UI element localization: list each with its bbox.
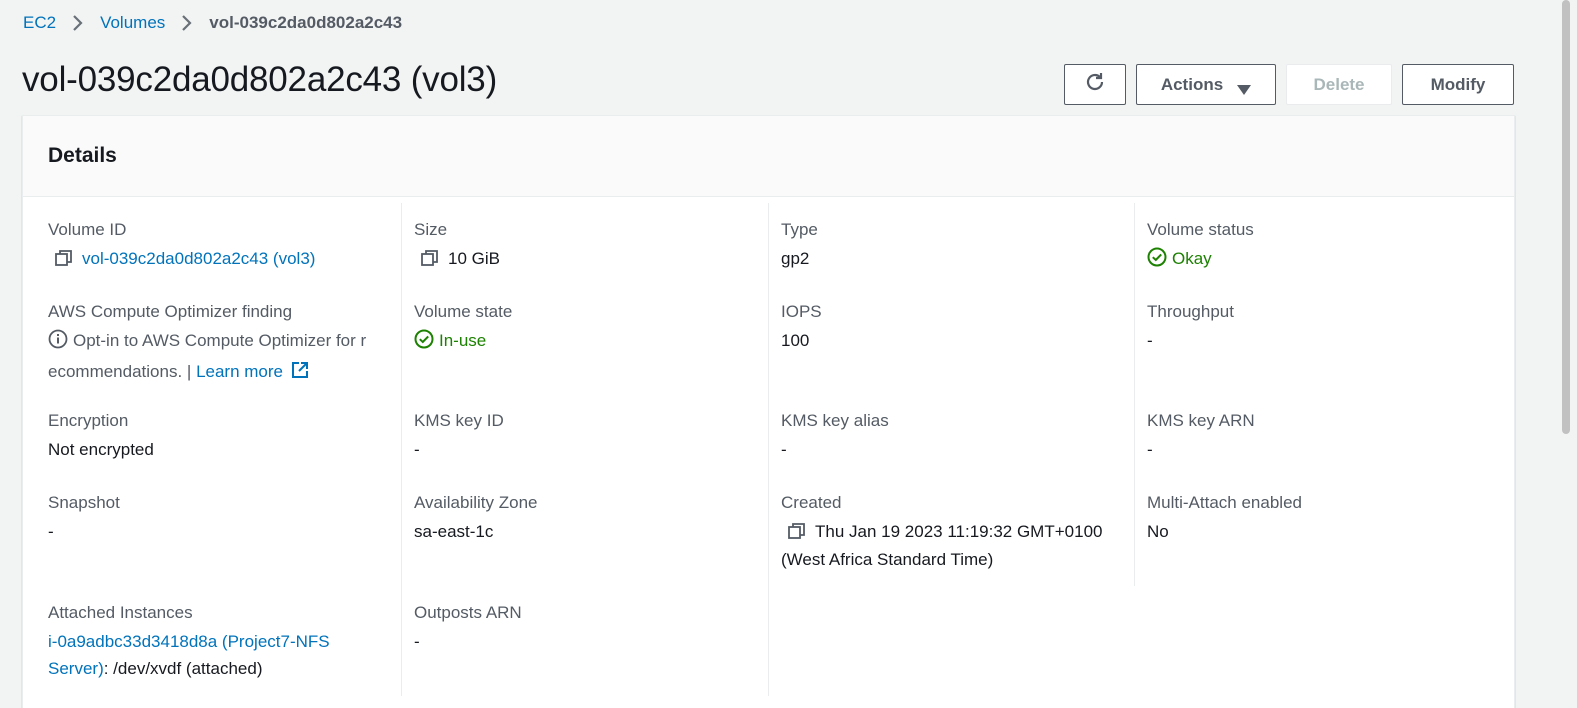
breadcrumb-ec2[interactable]: EC2 <box>23 13 56 33</box>
encryption-value: Not encrypted <box>48 440 154 459</box>
optimizer-text: Opt-in to AWS Compute Optimizer for r <box>73 331 367 350</box>
optimizer-label: AWS Compute Optimizer finding <box>48 302 293 321</box>
throughput-label: Throughput <box>1147 302 1234 321</box>
volume-state-label: Volume state <box>414 302 513 321</box>
copy-icon[interactable] <box>420 248 440 275</box>
availability-zone-value: sa-east-1c <box>414 522 494 541</box>
check-circle-icon <box>1147 247 1167 275</box>
check-circle-icon <box>414 329 434 357</box>
availability-zone-label: Availability Zone <box>414 493 538 512</box>
field-snapshot: Snapshot - <box>48 492 393 545</box>
details-heading: Details <box>48 144 117 167</box>
copy-icon[interactable] <box>787 521 807 548</box>
size-value: 10 GiB <box>448 249 500 268</box>
snapshot-value: - <box>48 522 54 541</box>
field-volume-id: Volume ID vol-039c2da0d802a2c43 (vol3) <box>48 219 393 275</box>
attached-device: : /dev/xvdf (attached) <box>103 659 263 678</box>
multi-attach-label: Multi-Attach enabled <box>1147 493 1302 512</box>
field-kms-key-arn: KMS key ARN - <box>1147 410 1492 463</box>
field-throughput: Throughput - <box>1147 301 1492 354</box>
actions-button[interactable]: Actions <box>1136 64 1276 105</box>
created-value: Thu Jan 19 2023 11:19:32 GMT+0100 <box>815 522 1103 541</box>
field-attached-instances: Attached Instances i-0a9adbc33d3418d8a (… <box>48 602 393 682</box>
field-size: Size 10 GiB <box>414 219 759 275</box>
field-type: Type gp2 <box>781 219 1126 272</box>
actions-label: Actions <box>1160 74 1224 94</box>
outposts-arn-label: Outposts ARN <box>414 603 522 622</box>
kms-key-id-value: - <box>414 440 420 459</box>
type-label: Type <box>781 220 818 239</box>
field-optimizer-finding: AWS Compute Optimizer finding Opt-in to … <box>48 301 393 389</box>
breadcrumb-volumes[interactable]: Volumes <box>100 13 165 33</box>
attached-instances-label: Attached Instances <box>48 603 193 622</box>
info-icon <box>48 329 68 358</box>
column-divider <box>401 203 402 696</box>
caret-down-icon <box>1237 80 1252 95</box>
chevron-right-icon <box>179 12 195 34</box>
encryption-label: Encryption <box>48 411 129 430</box>
external-link-icon[interactable] <box>290 360 310 389</box>
copy-icon[interactable] <box>54 248 74 275</box>
column-divider <box>768 203 769 696</box>
scrollbar-thumb[interactable] <box>1562 0 1570 434</box>
created-label: Created <box>781 493 842 512</box>
volume-status-value: Okay <box>1172 249 1212 268</box>
kms-key-arn-value: - <box>1147 440 1153 459</box>
attached-instance-link-line2: Server) <box>48 659 104 678</box>
multi-attach-value: No <box>1147 522 1169 541</box>
kms-key-alias-value: - <box>781 440 787 459</box>
field-kms-key-alias: KMS key alias - <box>781 410 1126 463</box>
field-volume-state: Volume state In-use <box>414 301 759 357</box>
kms-key-alias-label: KMS key alias <box>781 411 889 430</box>
column-divider <box>1134 203 1135 586</box>
kms-key-arn-label: KMS key ARN <box>1147 411 1255 430</box>
type-value: gp2 <box>781 249 810 268</box>
delete-button[interactable]: Delete <box>1286 64 1392 105</box>
snapshot-label: Snapshot <box>48 493 120 512</box>
volume-id-link[interactable]: vol-039c2da0d802a2c43 (vol3) <box>82 249 315 268</box>
details-panel: Details Volume ID vol-039c2da0d802a2c43 … <box>22 115 1515 708</box>
throughput-value: - <box>1147 331 1153 350</box>
field-availability-zone: Availability Zone sa-east-1c <box>414 492 759 545</box>
page-title: vol-039c2da0d802a2c43 (vol3) <box>22 60 498 99</box>
field-iops: IOPS 100 <box>781 301 1126 354</box>
chevron-right-icon <box>70 12 86 34</box>
breadcrumb: EC2 Volumes vol-039c2da0d802a2c43 <box>23 12 402 34</box>
field-encryption: Encryption Not encrypted <box>48 410 393 463</box>
breadcrumb-current: vol-039c2da0d802a2c43 <box>209 13 403 32</box>
volume-status-label: Volume status <box>1147 220 1254 239</box>
refresh-button[interactable] <box>1064 64 1126 105</box>
kms-key-id-label: KMS key ID <box>414 411 504 430</box>
iops-value: 100 <box>781 331 810 350</box>
field-outposts-arn: Outposts ARN - <box>414 602 759 655</box>
size-label: Size <box>414 220 448 239</box>
volume-id-label: Volume ID <box>48 220 127 239</box>
learn-more-link[interactable]: Learn more <box>196 362 283 381</box>
optimizer-text-cont: ecommendations. | <box>48 362 192 381</box>
modify-button[interactable]: Modify <box>1402 64 1514 105</box>
iops-label: IOPS <box>781 302 822 321</box>
refresh-icon <box>1084 71 1106 98</box>
details-header: Details <box>23 116 1514 197</box>
volume-state-value: In-use <box>439 331 487 350</box>
field-multi-attach: Multi-Attach enabled No <box>1147 492 1492 545</box>
field-volume-status: Volume status Okay <box>1147 219 1492 275</box>
field-created: Created Thu Jan 19 2023 11:19:32 GMT+010… <box>781 492 1126 572</box>
field-kms-key-id: KMS key ID - <box>414 410 759 463</box>
created-timezone: (West Africa Standard Time) <box>781 550 994 569</box>
attached-instance-link-line1: i-0a9adbc33d3418d8a (Project7-NFS <box>48 632 330 651</box>
outposts-arn-value: - <box>414 632 420 651</box>
